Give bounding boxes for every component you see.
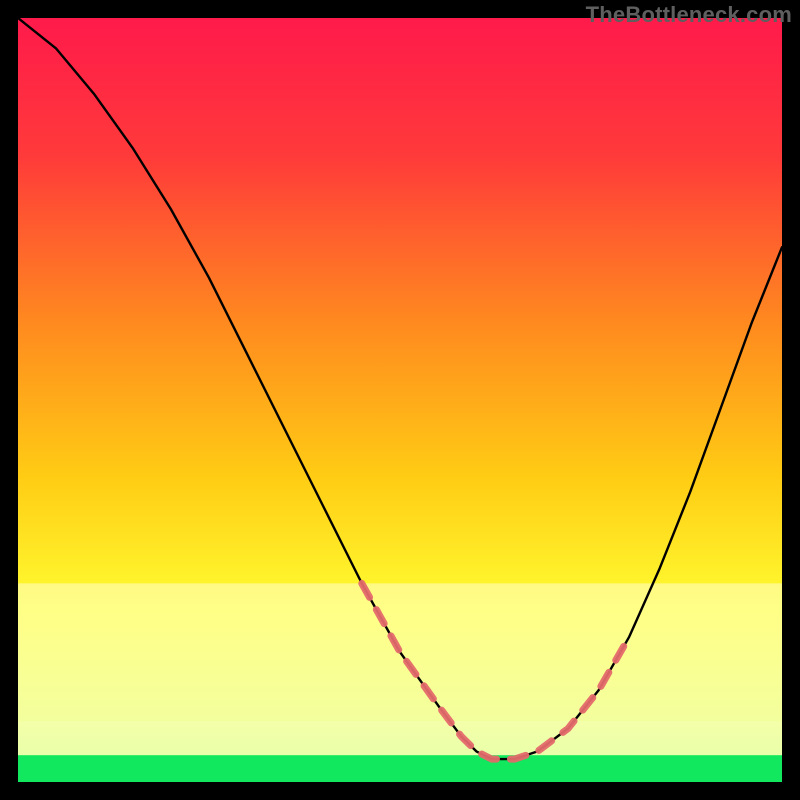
bottleneck-chart [18,18,782,782]
chart-frame [18,18,782,782]
green-band [18,755,782,782]
bright-band [18,721,782,755]
